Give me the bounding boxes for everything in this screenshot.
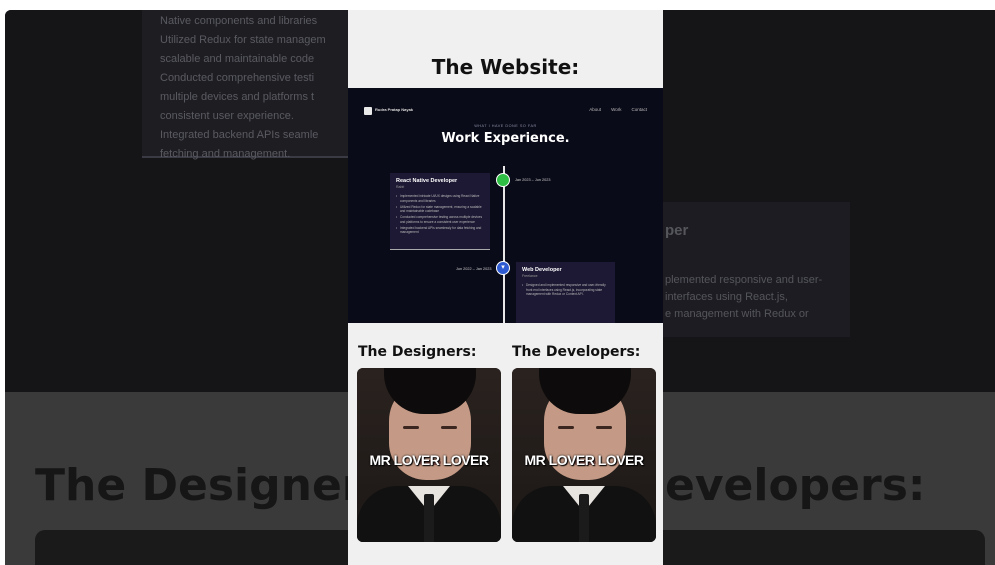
job-bullet: Integrated backend APIs seamlessly for d…: [396, 226, 484, 235]
designers-heading: The Designers:: [358, 344, 477, 360]
timeline-dot-icon: [496, 173, 510, 187]
background-bullet: fetching and management.: [160, 148, 291, 160]
job-date: Jun 2022 – Jan 2023: [456, 267, 492, 271]
background-bullet: multiple devices and platforms t: [160, 91, 315, 103]
tie: [579, 494, 589, 542]
meme-caption: MR LOVER LOVER: [524, 452, 644, 468]
job-date: Jan 2023 – Jun 2023: [515, 178, 551, 182]
nav-link-work[interactable]: Work: [611, 107, 621, 112]
timeline-dot-icon: ▾: [496, 261, 510, 275]
site-navbar: Rudra Pratap Nayak About Work Contact: [348, 88, 663, 116]
background-bullet: Integrated backend APIs seamle: [160, 129, 319, 141]
nav-link-contact[interactable]: Contact: [631, 107, 647, 112]
website-heading: The Website:: [431, 55, 580, 79]
job-bullet: Designed and implemented responsive and …: [522, 283, 609, 297]
background-bullet: Native components and libraries: [160, 15, 318, 27]
job-card-web-developer: Web Developer Freelance Designed and imp…: [516, 262, 615, 323]
background-heading-left: The Designer: [35, 460, 364, 511]
background-bullet-list: Native components and libraries Utilized…: [160, 10, 360, 162]
background-card-line: e management with Redux or: [665, 308, 809, 320]
developers-meme-image: MR LOVER LOVER: [512, 368, 656, 542]
job-bullet: Conducted comprehensive testing across m…: [396, 215, 484, 224]
site-brand: Rudra Pratap Nayak: [375, 107, 414, 112]
background-heading-right: evelopers:: [665, 460, 926, 511]
background-bullet: Utilized Redux for state managem: [160, 34, 326, 46]
background-bullet: consistent user experience.: [160, 110, 294, 122]
meme-panel: The Website: Rudra Pratap Nayak About Wo…: [348, 10, 663, 565]
tie: [424, 494, 434, 542]
background-bullet: scalable and maintainable code: [160, 53, 315, 65]
background-card-line: interfaces using React.js,: [665, 291, 788, 303]
background-card-line: plemented responsive and user-: [665, 274, 823, 286]
website-screenshot: Rudra Pratap Nayak About Work Contact WH…: [348, 88, 663, 323]
job-bullet: Utilized Redux for state management, ens…: [396, 205, 484, 214]
site-nav-links: About Work Contact: [589, 107, 647, 112]
job-title: Web Developer: [522, 267, 562, 273]
job-company: Freelance: [522, 274, 538, 278]
developers-heading: The Developers:: [512, 344, 641, 360]
job-bullet: Implemented intricate UI/UX designs usin…: [396, 194, 484, 203]
job-title: React Native Developer: [396, 178, 458, 184]
job-card-react-native: React Native Developer Rabit Implemented…: [390, 173, 490, 250]
job-bullets: Designed and implemented responsive and …: [522, 283, 609, 297]
job-company: Rabit: [396, 185, 405, 189]
timeline-line: [503, 166, 505, 323]
site-subtitle: WHAT I HAVE DONE SO FAR: [474, 124, 537, 128]
designers-meme-image: MR LOVER LOVER: [357, 368, 501, 542]
nav-link-about[interactable]: About: [589, 107, 601, 112]
site-logo-icon: [364, 107, 372, 115]
meme-caption: MR LOVER LOVER: [369, 452, 489, 468]
background-bullet: Conducted comprehensive testi: [160, 72, 315, 84]
job-bullets: Implemented intricate UI/UX designs usin…: [396, 194, 484, 235]
background-card-title: per: [665, 222, 689, 239]
background-card-text: plemented responsive and user- interface…: [665, 272, 822, 323]
site-title: Work Experience.: [441, 131, 570, 146]
